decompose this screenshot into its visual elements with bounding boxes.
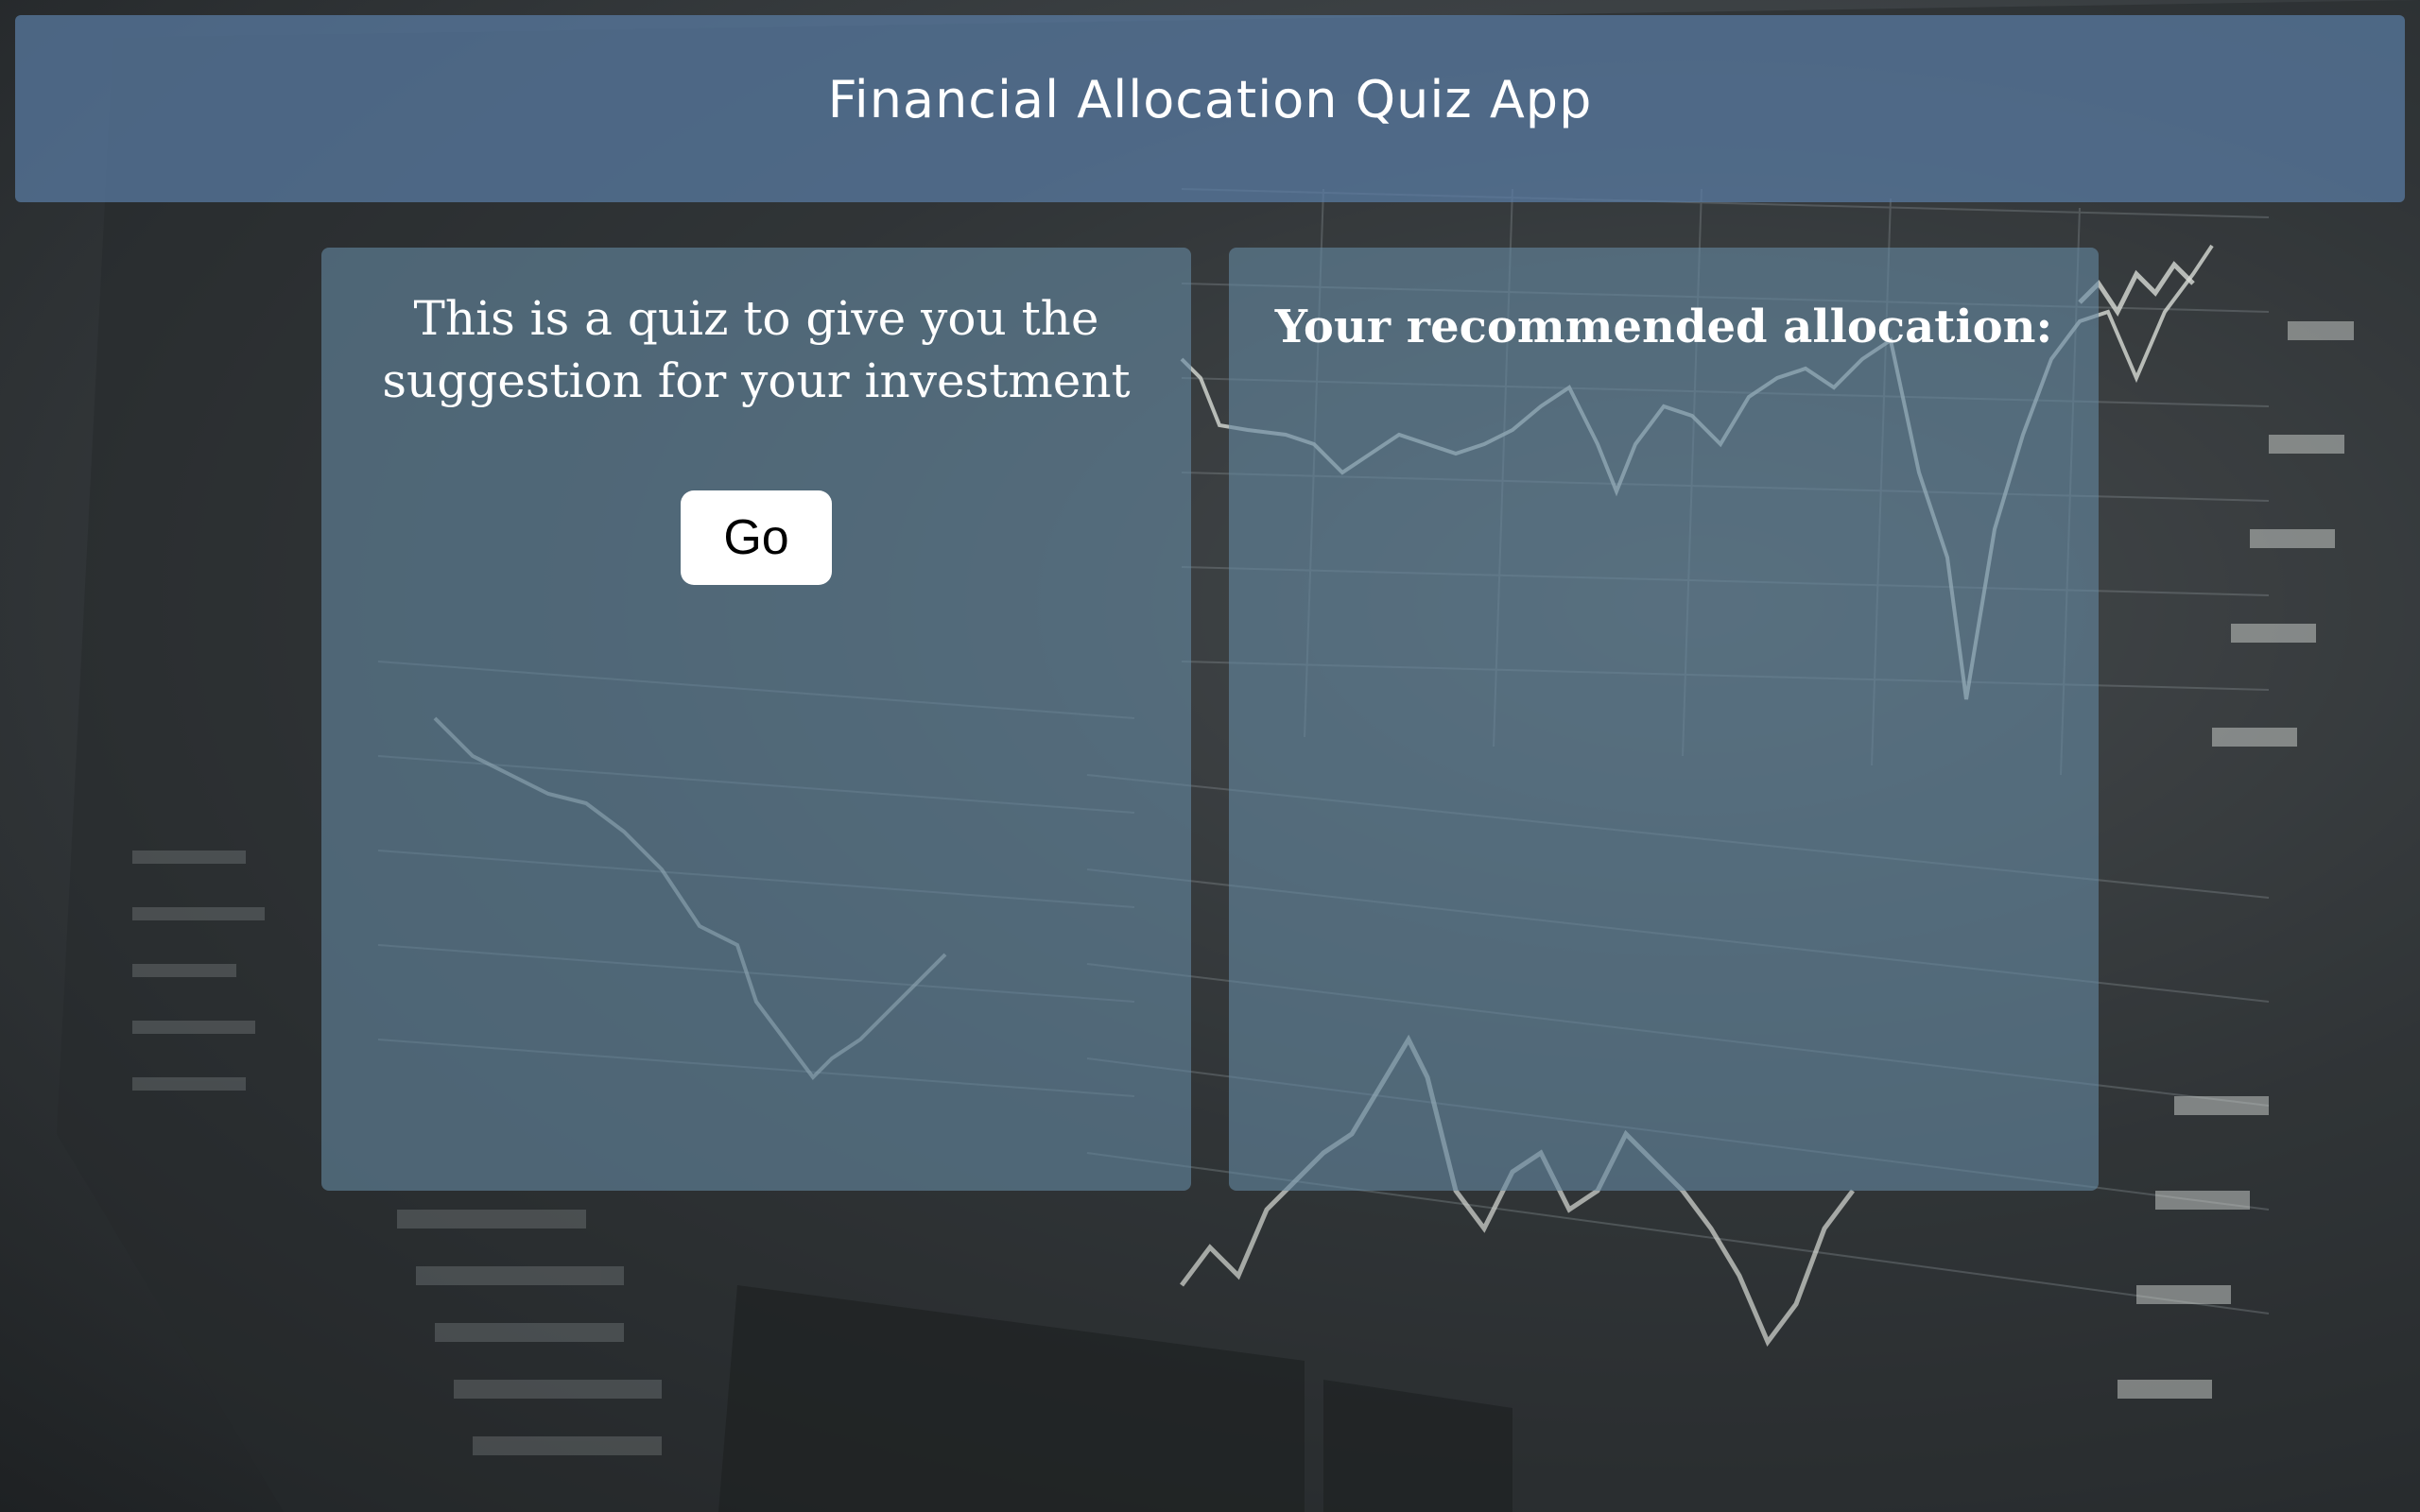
recommended-allocation-title: Your recommended allocation: <box>1274 301 2053 353</box>
app-header: Financial Allocation Quiz App <box>15 15 2405 202</box>
quiz-intro-text: This is a quiz to give you the suggestio… <box>382 291 1131 408</box>
result-panel: Your recommended allocation: <box>1229 248 2099 1191</box>
app-title: Financial Allocation Quiz App <box>827 69 1593 129</box>
go-button[interactable]: Go <box>681 490 832 585</box>
quiz-panel: This is a quiz to give you the suggestio… <box>321 248 1191 1191</box>
